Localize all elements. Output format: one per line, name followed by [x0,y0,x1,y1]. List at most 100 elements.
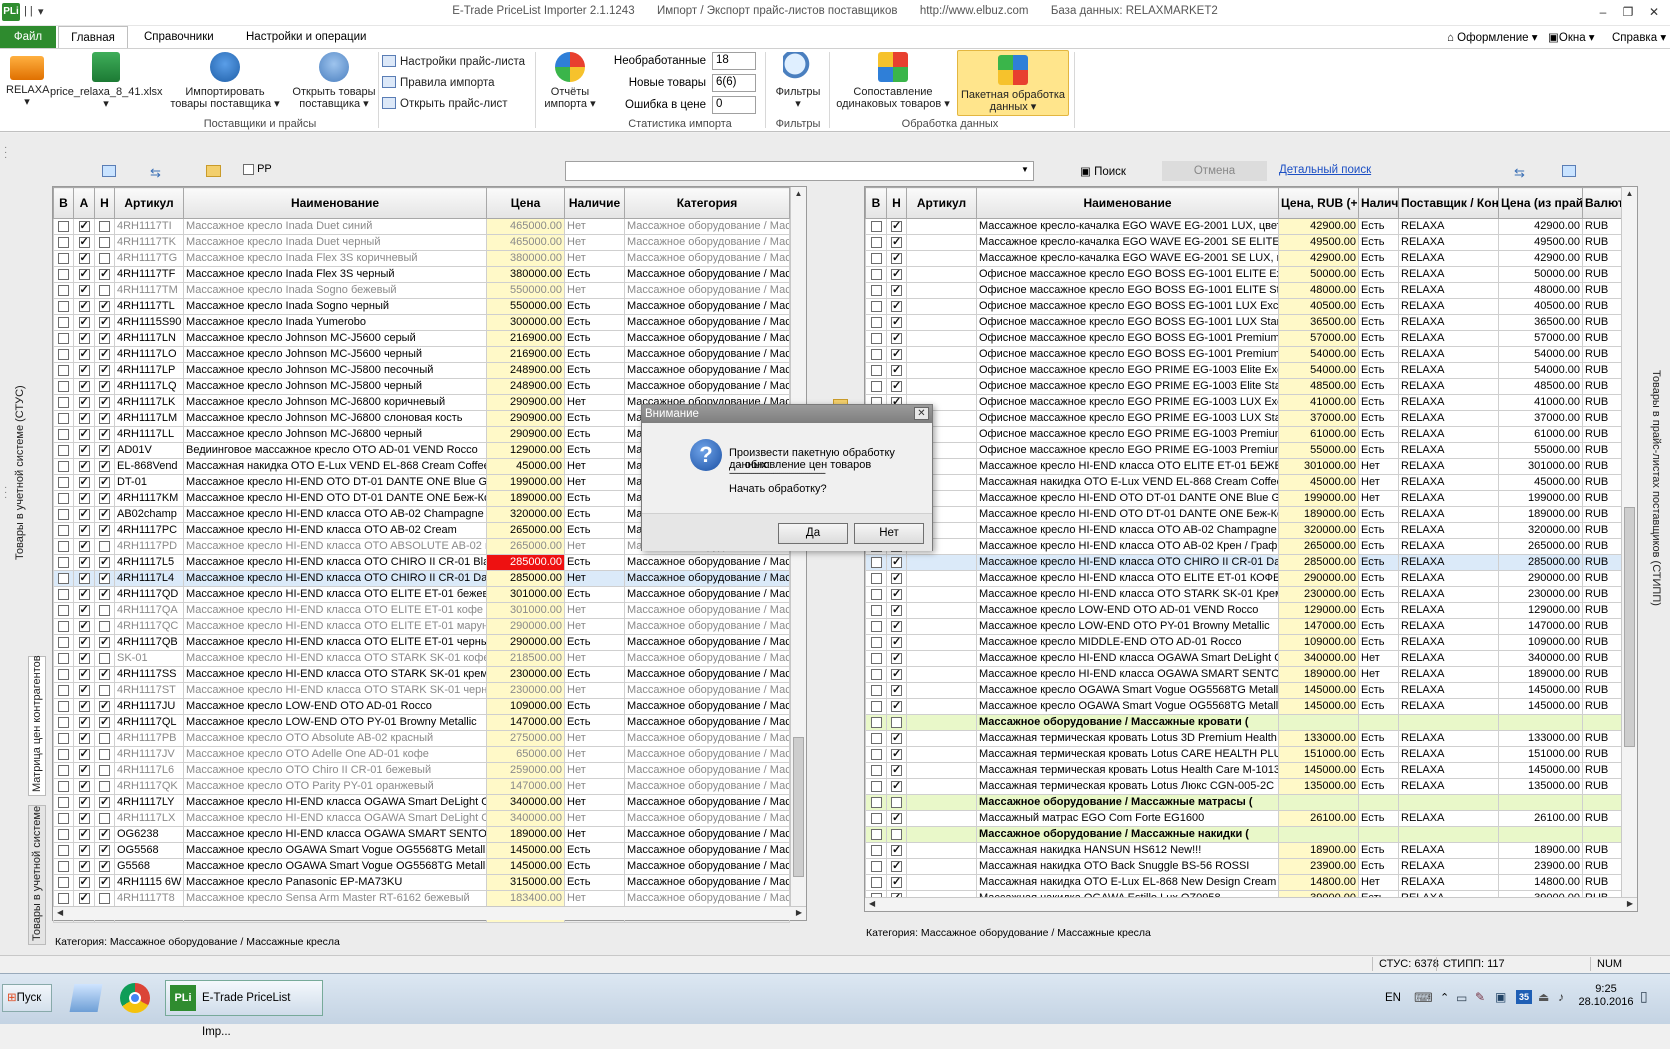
category-cell[interactable]: Массажное оборудование / Масс [624,314,790,331]
currency-cell[interactable]: RUB [1582,378,1622,395]
table-row[interactable]: Массажное кресло HI-END класса OTO ELITE… [865,458,1622,475]
price-cell[interactable]: 109000.00 [486,698,565,715]
price-settings-button[interactable]: Настройки прайс-листа [382,55,525,68]
price-markup-cell[interactable]: 37000.00 [1278,410,1359,427]
v-flag-checkbox[interactable] [58,748,69,760]
pricelist-price-cell[interactable]: 340000.00 [1498,650,1583,667]
currency-cell[interactable]: RUB [1582,298,1622,315]
n-flag-checkbox[interactable] [99,780,110,792]
v-flag-checkbox[interactable] [58,220,69,232]
n-flag-checkbox[interactable] [891,380,902,394]
name-cell[interactable]: Массажное оборудование / Массажные матра… [976,794,1279,811]
category-cell[interactable]: Массажное оборудование / Масс [624,698,790,715]
category-cell[interactable]: Массажное оборудование / Масс [624,234,790,251]
category-cell[interactable]: Массажное оборудование / Масс [624,746,790,763]
n-flag-checkbox[interactable] [99,588,110,602]
n-flag-checkbox[interactable] [99,332,110,346]
category-cell[interactable]: Массажное оборудование / Масс [624,346,790,363]
pricelist-price-cell[interactable]: 54000.00 [1498,346,1583,363]
price-markup-cell[interactable]: 145000.00 [1278,762,1359,779]
v-flag-checkbox[interactable] [58,620,69,632]
price-cell[interactable]: 145000.00 [486,842,565,859]
v-flag-checkbox[interactable] [58,812,69,824]
v-flag-checkbox[interactable] [870,780,882,792]
expand-right-icon[interactable] [1562,165,1576,177]
v-flag-checkbox[interactable] [870,332,882,344]
table-row[interactable]: OG6238Массажное кресло HI-END класса OGA… [53,826,790,843]
v-flag-checkbox[interactable] [870,316,882,328]
sku-cell[interactable]: 4RH1117TK [114,234,184,251]
table-row[interactable]: Массажная термическая кровать Lotus Heal… [865,762,1622,779]
detailed-search-link[interactable]: Детальный поиск [1279,164,1371,176]
pricelist-price-cell[interactable] [1498,794,1583,811]
a-flag-checkbox[interactable] [78,348,90,362]
category-cell[interactable]: Массажное оборудование / Масс [624,586,790,603]
name-cell[interactable]: Массажное кресло LOW-END OTO AD-01 VEND … [976,602,1279,619]
a-flag-checkbox[interactable] [78,268,90,282]
v-flag-checkbox[interactable] [58,540,69,552]
sku-cell[interactable]: 4RH1117LQ [114,378,184,395]
table-row[interactable]: 4RH1117TMМассажное кресло Inada Sogno бе… [53,282,790,299]
n-flag-checkbox[interactable] [99,844,110,858]
a-flag-checkbox[interactable] [78,236,90,250]
availability-cell[interactable]: Есть [564,554,625,571]
a-flag-checkbox[interactable] [78,316,90,330]
supplier-cell[interactable]: RELAXA [1398,426,1499,443]
availability-cell[interactable]: Есть [1358,346,1399,363]
v-flag-checkbox[interactable] [58,844,69,856]
a-flag-checkbox[interactable] [78,540,90,554]
availability-cell[interactable]: Есть [564,314,625,331]
currency-cell[interactable]: RUB [1582,698,1622,715]
right-scroll-thumb[interactable] [1624,507,1635,747]
sku-cell[interactable]: EL-868Vend [114,458,184,475]
filters-button[interactable]: Фильтры ▾ [770,52,826,110]
a-flag-checkbox[interactable] [78,380,90,394]
sku-cell[interactable]: 4RH1117T8 [114,890,184,907]
price-markup-cell[interactable]: 23900.00 [1278,858,1359,875]
table-row[interactable]: G5568Массажное кресло OGAWA Smart Vogue … [53,858,790,875]
sku-cell[interactable]: 4RH1117LO [114,346,184,363]
a-flag-checkbox[interactable] [78,812,90,826]
name-cell[interactable]: Массажное кресло HI-END класса OTO AB-02… [183,522,487,539]
table-row[interactable]: Массажное кресло LOW-END OTO AD-01 VEND … [865,602,1622,619]
v-flag-checkbox[interactable] [870,380,882,392]
pricelist-price-cell[interactable]: 199000.00 [1498,490,1583,507]
name-cell[interactable]: Офисное массажное кресло EGO BOSS EG-100… [976,282,1279,299]
currency-cell[interactable]: RUB [1582,858,1622,875]
name-cell[interactable]: Массажное кресло HI-END класса OTO CHIRO… [183,554,487,571]
availability-cell[interactable]: Есть [1358,778,1399,795]
v-flag-checkbox[interactable] [58,428,69,440]
n-flag-checkbox[interactable] [99,284,110,296]
availability-cell[interactable]: Есть [1358,234,1399,251]
splitter-grip-icon[interactable]: · · · [4,143,7,163]
sku-cell[interactable] [906,298,977,315]
sku-cell[interactable]: 4RH1117LX [114,810,184,827]
n-flag-checkbox[interactable] [99,252,110,264]
sku-cell[interactable]: 4RH1117PC [114,522,184,539]
table-row[interactable]: 4RH1117QLМассажное кресло LOW-END OTO PY… [53,714,790,731]
availability-cell[interactable]: Есть [1358,442,1399,459]
name-cell[interactable]: Офисное массажное кресло EGO PRIME EG-10… [976,442,1279,459]
menu-help[interactable]: Справка ▾ [1612,30,1666,44]
v-flag-checkbox[interactable] [870,860,882,872]
name-cell[interactable]: Массажное кресло HI-END класса OTO ELITE… [183,618,487,635]
name-cell[interactable]: Массажное оборудование / Массажные крова… [976,714,1279,731]
sku-cell[interactable]: 4RH1117TF [114,266,184,283]
tray-screen-icon[interactable]: ▣ [1495,990,1506,1004]
availability-cell[interactable]: Нет [1358,874,1399,891]
v-flag-checkbox[interactable] [58,684,69,696]
sku-cell[interactable]: SK-01 [114,650,184,667]
category-cell[interactable]: Массажное оборудование / Масс [624,618,790,635]
table-row[interactable]: 4RH1117TFМассажное кресло Inada Flex 3S … [53,266,790,283]
sku-cell[interactable] [906,378,977,395]
availability-cell[interactable]: Нет [564,890,625,907]
import-reports-button[interactable]: Отчёты импорта ▾ [540,52,600,110]
v-flag-checkbox[interactable] [870,668,882,680]
sku-cell[interactable] [906,362,977,379]
name-cell[interactable]: Массажное кресло Johnson MC-J6800 слонов… [183,410,487,427]
price-cell[interactable]: 315000.00 [486,874,565,891]
table-row[interactable]: 4RH1117QDМассажное кресло HI-END класса … [53,586,790,603]
left-col-header[interactable]: Н [94,187,115,219]
close-icon[interactable]: ✕ [1643,3,1665,21]
sku-cell[interactable]: OG5568 [114,842,184,859]
